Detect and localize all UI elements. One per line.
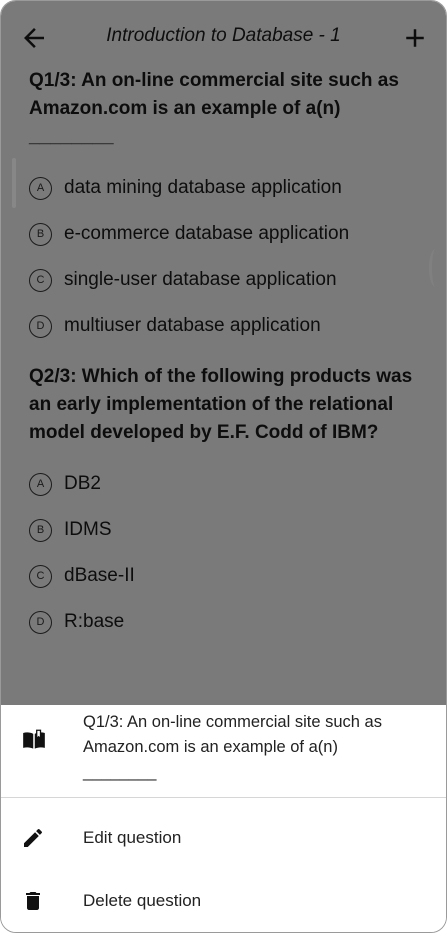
option-letter-badge: C xyxy=(29,564,52,588)
edit-question-label: Edit question xyxy=(83,828,182,847)
question-2-option-b[interactable]: B IDMS xyxy=(29,507,429,553)
question-1-text[interactable]: Q1/3: An on-line commercial site such as… xyxy=(29,67,429,151)
bottom-sheet: Q1/3: An on-line commercial site such as… xyxy=(1,705,446,932)
question-2-option-c[interactable]: C dBase-II xyxy=(29,553,429,599)
delete-question-item[interactable]: Delete question xyxy=(1,870,446,932)
back-button[interactable] xyxy=(19,23,49,53)
quiz-screen: Introduction to Database - 1 Q1/3: An on… xyxy=(1,1,446,705)
drag-handle-left[interactable] xyxy=(12,158,16,208)
option-letter-badge: A xyxy=(29,472,52,496)
option-text: R:base xyxy=(64,611,125,632)
edit-question-item[interactable]: Edit question xyxy=(1,807,446,869)
question-1-option-d[interactable]: D multiuser database application xyxy=(29,303,429,349)
question-1-option-c[interactable]: C single-user database application xyxy=(29,257,429,303)
question-1-option-b[interactable]: B e-commerce database application xyxy=(29,211,429,257)
trash-icon xyxy=(26,892,40,910)
option-text: single-user database application xyxy=(64,269,337,290)
option-letter-badge: C xyxy=(29,268,52,292)
option-text: data mining database application xyxy=(64,177,342,198)
add-button[interactable] xyxy=(400,23,430,53)
option-text: IDMS xyxy=(64,519,112,540)
question-2-option-d[interactable]: D R:base xyxy=(29,599,429,645)
app-bar: Introduction to Database - 1 xyxy=(1,1,446,73)
question-2-text[interactable]: Q2/3: Which of the following products wa… xyxy=(29,363,429,447)
delete-question-label: Delete question xyxy=(83,891,202,910)
page-title: Introduction to Database - 1 xyxy=(106,25,341,46)
option-text: e-commerce database application xyxy=(64,223,350,244)
option-text: multiuser database application xyxy=(64,315,321,336)
option-text: DB2 xyxy=(64,473,101,494)
question-1-option-a[interactable]: A data mining database application xyxy=(29,165,429,211)
pencil-icon xyxy=(24,828,43,847)
add-icon xyxy=(406,29,424,47)
option-letter-badge: B xyxy=(29,518,52,542)
option-text: dBase-II xyxy=(64,565,135,586)
edge-swipe-handle[interactable] xyxy=(429,249,442,287)
question-list: Q1/3: An on-line commercial site such as… xyxy=(29,67,429,645)
sheet-divider xyxy=(1,797,446,798)
option-letter-badge: B xyxy=(29,222,52,246)
arrow-back-icon xyxy=(24,28,44,48)
option-letter-badge: D xyxy=(29,314,52,338)
book-open-icon xyxy=(23,729,45,749)
question-2-option-a[interactable]: A DB2 xyxy=(29,461,429,507)
option-letter-badge: D xyxy=(29,610,52,634)
sheet-header: Q1/3: An on-line commercial site such as… xyxy=(1,705,446,797)
device-frame: Introduction to Database - 1 Q1/3: An on… xyxy=(0,0,447,933)
option-letter-badge: A xyxy=(29,176,52,200)
sheet-question-text: Q1/3: An on-line commercial site such as… xyxy=(83,713,382,781)
